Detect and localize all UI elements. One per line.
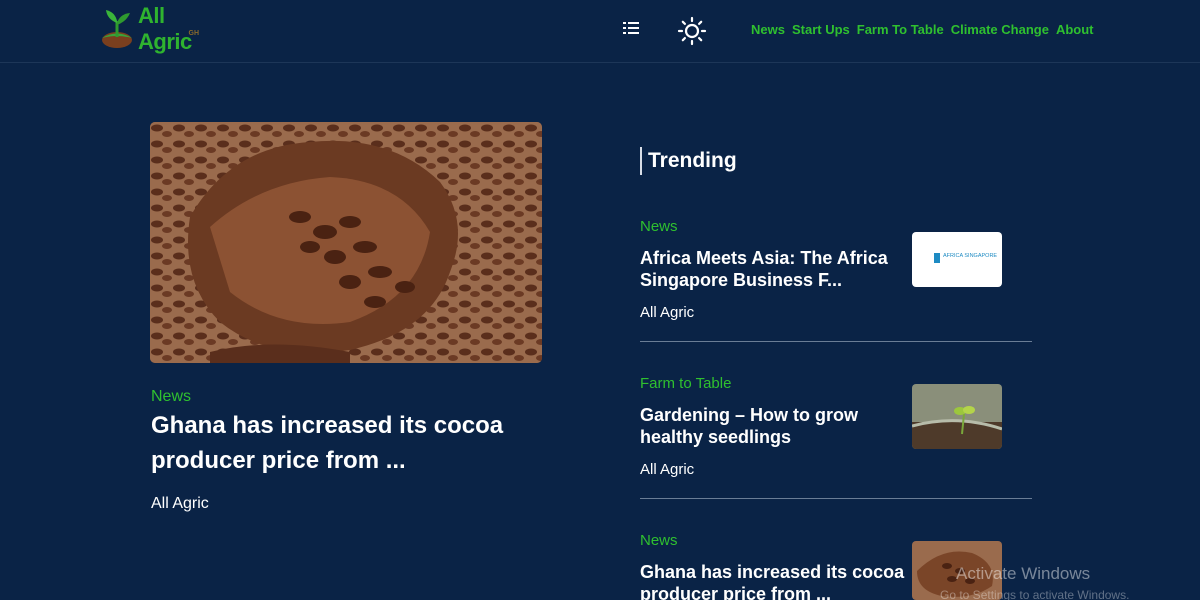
trending-item-thumbnail-seedling[interactable] — [912, 384, 1002, 449]
main-nav: News Start Ups Farm To Table Climate Cha… — [751, 22, 1093, 37]
sprout-logo-icon — [101, 7, 135, 51]
menu-list-icon[interactable] — [621, 18, 643, 38]
featured-image-cocoa-beans[interactable] — [150, 122, 542, 363]
trending-item-title[interactable]: Africa Meets Asia: The Africa Singapore … — [640, 247, 900, 291]
nav-start-ups[interactable]: Start Ups — [792, 22, 850, 37]
trending-item[interactable]: News Africa Meets Asia: The Africa Singa… — [640, 218, 1032, 342]
featured-title[interactable]: Ghana has increased its cocoa producer p… — [151, 408, 541, 478]
logo-name: All Agric — [138, 3, 192, 54]
nav-farm-to-table[interactable]: Farm To Table — [857, 22, 944, 37]
trending-item-category[interactable]: Farm to Table — [640, 375, 731, 392]
trending-item-category[interactable]: News — [640, 532, 678, 549]
thumb-logo-text: AFRICA SINGAPORE — [943, 253, 997, 259]
trending-item-thumbnail[interactable]: AFRICA SINGAPORE — [912, 232, 1002, 287]
trending-item-title[interactable]: Ghana has increased its cocoa producer p… — [640, 561, 905, 600]
trending-item-category[interactable]: News — [640, 218, 678, 235]
trending-separator — [640, 498, 1032, 499]
trending-item-title[interactable]: Gardening – How to grow healthy seedling… — [640, 404, 900, 448]
logo-wordmark: All Agric GH — [138, 3, 221, 55]
nav-about[interactable]: About — [1056, 22, 1094, 37]
nav-climate-change[interactable]: Climate Change — [951, 22, 1049, 37]
featured-author: All Agric — [151, 495, 209, 512]
site-header: All Agric GH News Start Ups Farm To Tabl… — [0, 0, 1200, 63]
featured-category[interactable]: News — [151, 388, 191, 406]
logo-sub: GH — [188, 30, 200, 37]
trending-item-author: All Agric — [640, 461, 695, 478]
trending-separator — [640, 341, 1032, 342]
windows-activation-watermark: Activate Windows — [956, 564, 1091, 583]
trending-item-author: All Agric — [640, 304, 695, 321]
windows-activation-subtext: Go to Settings to activate Windows. — [940, 588, 1130, 600]
nav-news[interactable]: News — [751, 22, 785, 37]
trending-heading: Trending — [640, 147, 737, 175]
sun-theme-toggle-icon[interactable] — [677, 16, 707, 46]
site-logo[interactable]: All Agric GH — [101, 3, 221, 55]
trending-item[interactable]: Farm to Table Gardening – How to grow he… — [640, 375, 1032, 499]
